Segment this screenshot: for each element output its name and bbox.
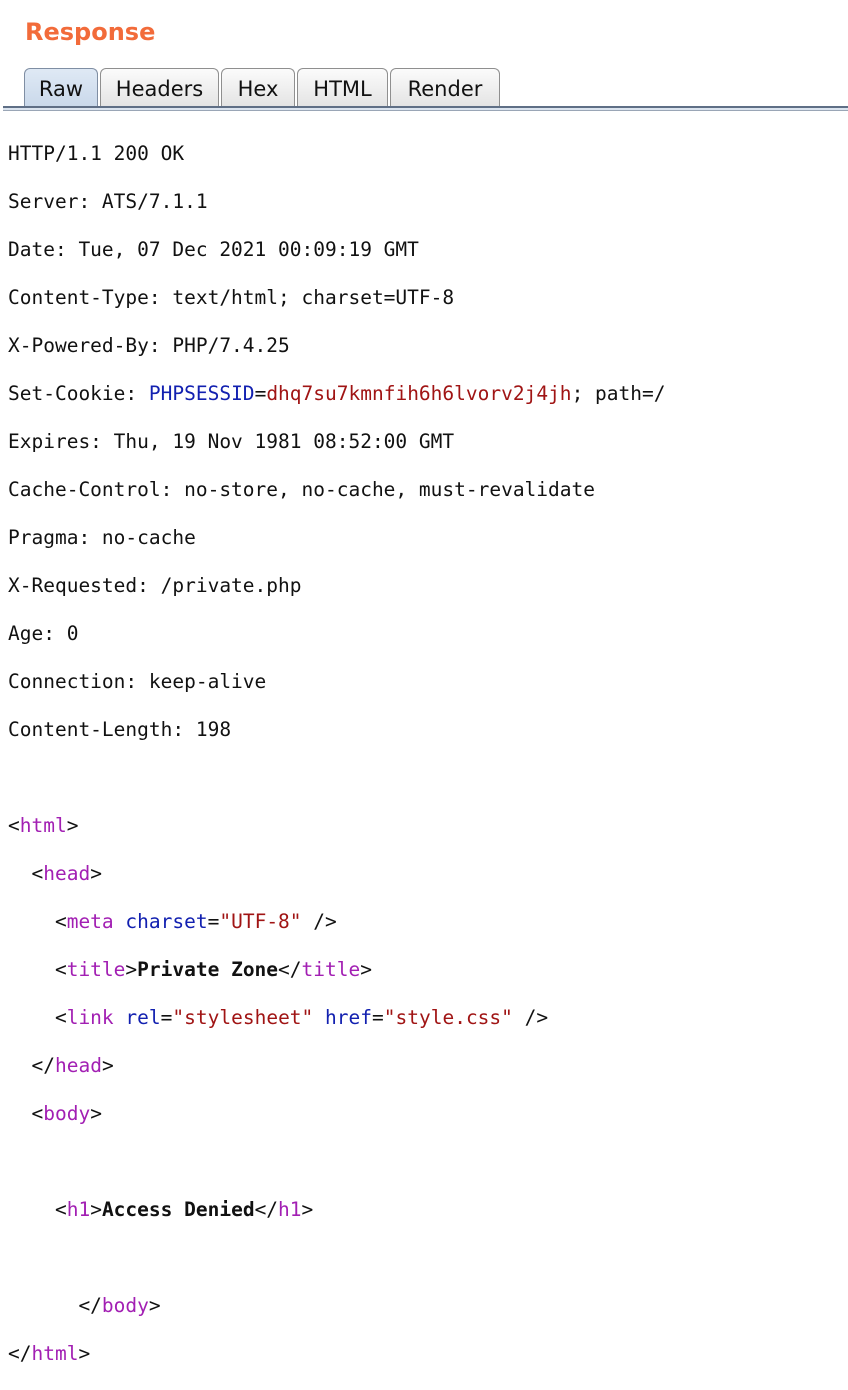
- head-open: <head>: [8, 862, 102, 885]
- tag-name: body: [43, 1102, 91, 1125]
- attr-value: "stylesheet": [172, 1006, 314, 1029]
- attr-name: rel: [125, 1006, 161, 1029]
- header-cache-control: Cache-Control: no-store, no-cache, must-…: [8, 478, 595, 501]
- raw-response-text[interactable]: HTTP/1.1 200 OK Server: ATS/7.1.1 Date: …: [8, 118, 665, 1390]
- tag-name: html: [31, 1342, 79, 1365]
- h1-text: Access Denied: [101, 1198, 255, 1221]
- title-line: <title>Private Zone</title>: [8, 958, 372, 981]
- tab-raw[interactable]: Raw: [24, 68, 98, 108]
- title-text: Private Zone: [137, 958, 279, 981]
- header-age: Age: 0: [8, 622, 79, 645]
- cookie-eq: =: [254, 382, 267, 405]
- tag-name: head: [54, 1054, 102, 1077]
- header-content-length: Content-Length: 198: [8, 718, 232, 741]
- head-close: </head>: [8, 1054, 114, 1077]
- header-powered-by: X-Powered-By: PHP/7.4.25: [8, 334, 290, 357]
- tag-name: html: [19, 814, 67, 837]
- cookie-value: dhq7su7kmnfih6h6lvorv2j4jh: [266, 382, 572, 405]
- cookie-path: ; path=/: [571, 382, 666, 405]
- tab-html[interactable]: HTML: [297, 68, 388, 108]
- h1-line: <h1>Access Denied</h1>: [8, 1198, 314, 1221]
- header-x-requested: X-Requested: /private.php: [8, 574, 302, 597]
- body-open: <body>: [8, 1102, 102, 1125]
- header-pragma: Pragma: no-cache: [8, 526, 196, 549]
- header-connection: Connection: keep-alive: [8, 670, 267, 693]
- attr-value: "style.css": [383, 1006, 513, 1029]
- attr-name: charset: [125, 910, 208, 933]
- header-date: Date: Tue, 07 Dec 2021 00:09:19 GMT: [8, 238, 419, 261]
- body-close: </body>: [8, 1294, 161, 1317]
- cookie-name: PHPSESSID: [148, 382, 255, 405]
- view-tabs: Raw Headers Hex HTML Render: [24, 66, 502, 108]
- tag-name: body: [101, 1294, 149, 1317]
- tag-name: h1: [66, 1198, 91, 1221]
- attr-value: "UTF-8": [219, 910, 302, 933]
- tag-name: title: [301, 958, 361, 981]
- meta-line: <meta charset="UTF-8" />: [8, 910, 337, 933]
- tag-name: link: [66, 1006, 114, 1029]
- html-close: </html>: [8, 1342, 91, 1365]
- tag-name: head: [43, 862, 91, 885]
- tab-render[interactable]: Render: [390, 68, 500, 108]
- attr-name: href: [325, 1006, 373, 1029]
- link-line: <link rel="stylesheet" href="style.css" …: [8, 1006, 549, 1029]
- header-server: Server: ATS/7.1.1: [8, 190, 208, 213]
- tab-bar-divider: [3, 106, 848, 111]
- tab-hex[interactable]: Hex: [221, 68, 295, 108]
- tag-name: meta: [66, 910, 114, 933]
- status-line: HTTP/1.1 200 OK: [8, 142, 185, 165]
- tab-headers[interactable]: Headers: [100, 68, 219, 108]
- set-cookie-label: Set-Cookie:: [8, 382, 149, 405]
- tag-name: title: [66, 958, 126, 981]
- header-content-type: Content-Type: text/html; charset=UTF-8: [8, 286, 455, 309]
- tag-name: h1: [278, 1198, 302, 1221]
- panel-title: Response: [25, 18, 156, 46]
- header-expires: Expires: Thu, 19 Nov 1981 08:52:00 GMT: [8, 430, 455, 453]
- header-set-cookie: Set-Cookie: PHPSESSID=dhq7su7kmnfih6h6lv…: [8, 382, 665, 406]
- html-open: <html>: [8, 814, 79, 837]
